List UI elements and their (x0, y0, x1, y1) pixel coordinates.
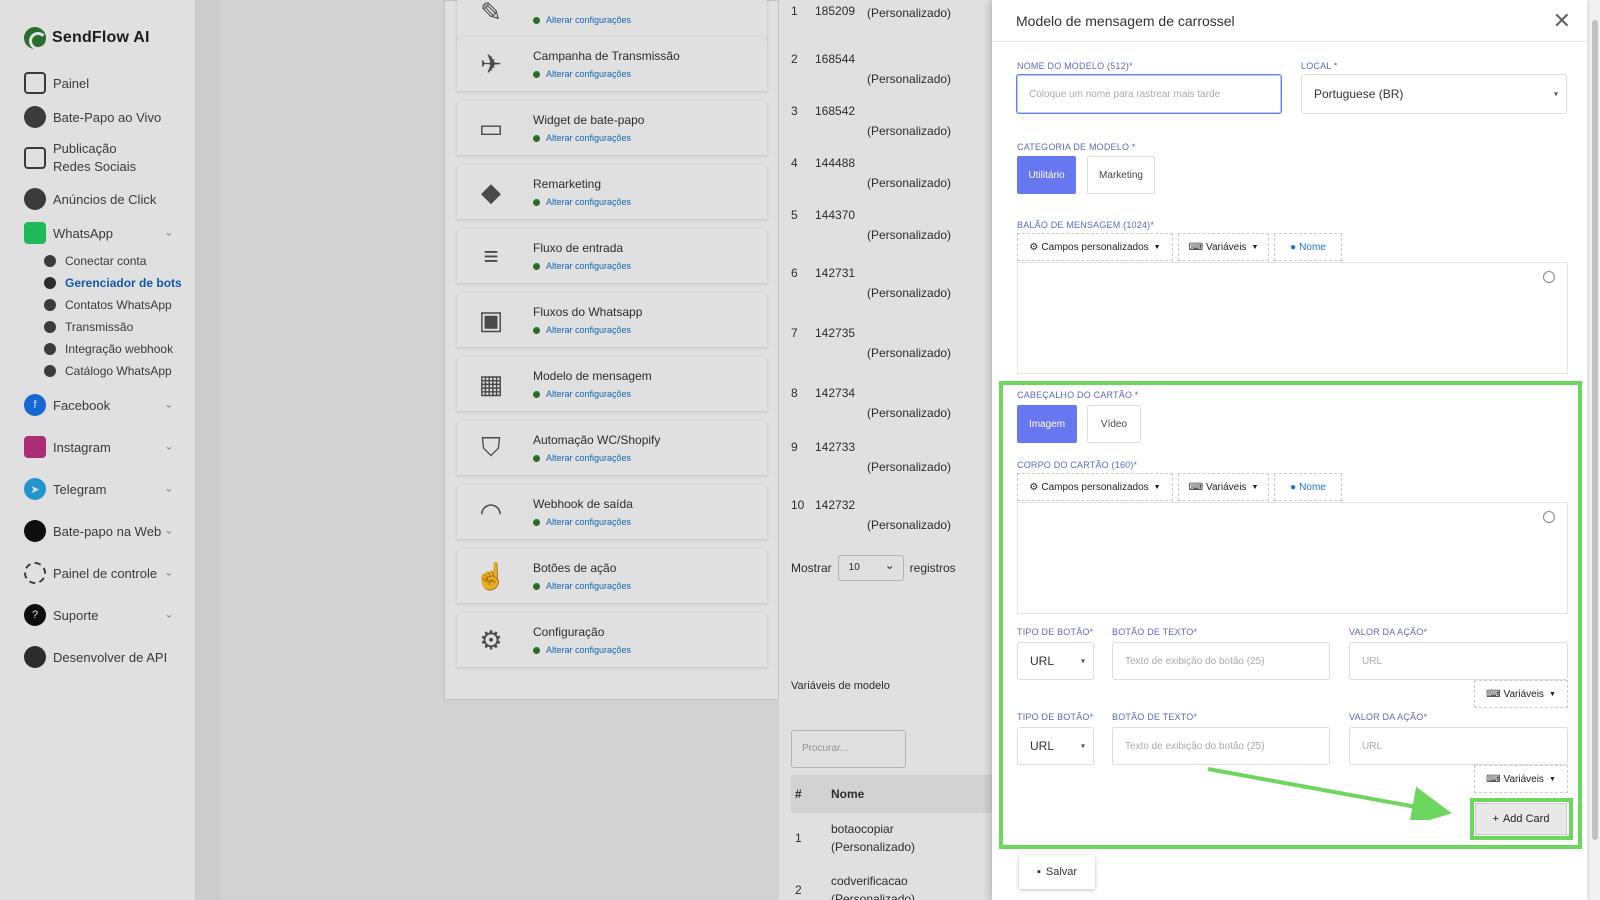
template-name-label: NOME DO MODELO (512)* (1017, 61, 1133, 71)
gear-icon: ⚙ (1029, 241, 1039, 253)
scrollbar-thumb[interactable] (1592, 20, 1598, 840)
caret-down-icon: ▼ (1153, 243, 1161, 251)
modal-title: Modelo de mensagem de carrossel (1016, 12, 1235, 29)
close-icon[interactable]: ✕ (1553, 10, 1571, 32)
locale-label: LOCAL * (1301, 61, 1338, 71)
locale-select[interactable]: Portuguese (BR) ▾ (1301, 74, 1567, 114)
user-circle-icon: ● (1290, 241, 1297, 253)
message-bubble-textarea[interactable] (1017, 262, 1568, 374)
plus-icon: + (1492, 813, 1499, 825)
caret-down-icon: ▾ (1553, 89, 1558, 99)
modal-backdrop[interactable] (0, 0, 992, 900)
modal-scrollbar[interactable] (1590, 0, 1600, 900)
custom-fields-dropdown[interactable]: ⚙ Campos personalizados ▼ (1017, 233, 1173, 261)
bubble-label: BALÃO DE MENSAGEM (1024)* (1017, 220, 1155, 230)
template-name-input[interactable]: Coloque um nome para rastrear mais tarde (1016, 74, 1282, 114)
name-insert-button[interactable]: ● Nome (1274, 233, 1342, 261)
floppy-disk-icon: ▪ (1036, 866, 1041, 878)
category-marketing-button[interactable]: Marketing (1087, 156, 1155, 194)
caret-down-icon: ▼ (1251, 243, 1259, 251)
highlight-arrow-icon (1207, 767, 1452, 820)
locale-value: Portuguese (BR) (1314, 87, 1404, 101)
variables-dropdown[interactable]: ⌨ Variáveis ▼ (1178, 233, 1269, 261)
category-label: CATEGORIA DE MODELO * (1017, 142, 1136, 152)
modal-header: Modelo de mensagem de carrossel ✕ (992, 0, 1587, 42)
emoji-icon[interactable] (1543, 271, 1555, 283)
save-button[interactable]: ▪ Salvar (1019, 855, 1095, 889)
add-card-button[interactable]: + Add Card (1475, 803, 1567, 835)
keyboard-icon: ⌨ (1188, 241, 1204, 253)
category-utility-button[interactable]: Utilitário (1017, 156, 1076, 194)
